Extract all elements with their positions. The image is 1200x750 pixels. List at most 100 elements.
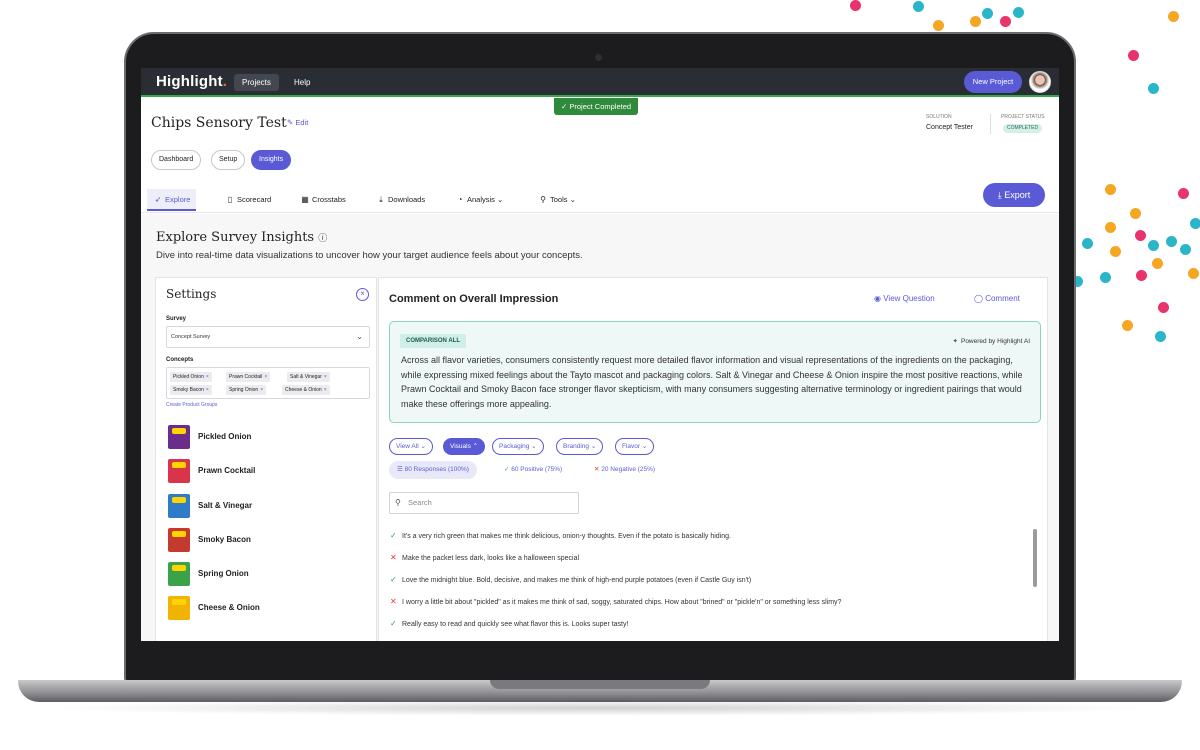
- close-icon[interactable]: ×: [356, 288, 369, 301]
- solution-label: SOLUTION: [926, 114, 952, 120]
- wrench-icon: ⚲: [540, 195, 546, 204]
- filter-branding[interactable]: Branding ⌄: [556, 438, 604, 455]
- product-item[interactable]: Prawn Cocktail: [168, 459, 368, 483]
- product-item[interactable]: Pickled Onion: [168, 425, 368, 449]
- scrollbar[interactable]: [1033, 529, 1037, 587]
- edit-icon: ✎: [287, 118, 294, 127]
- new-project-button[interactable]: New Project: [964, 71, 1022, 93]
- nav-projects[interactable]: Projects: [234, 74, 279, 91]
- filter-visuals[interactable]: Visuals ⌃: [443, 438, 486, 455]
- question-panel: Comment on Overall Impression ◉ View Que…: [378, 277, 1048, 641]
- filter-negative[interactable]: ✕ 20 Negative (25%): [586, 461, 663, 479]
- product-item[interactable]: Salt & Vinegar: [168, 494, 368, 518]
- dashboard-pill[interactable]: Dashboard: [151, 150, 202, 170]
- question-title: Comment on Overall Impression: [389, 293, 559, 305]
- confetti-dot: [1178, 188, 1189, 199]
- laptop-notch: [490, 680, 710, 689]
- concept-chip[interactable]: Salt & Vinegar ×: [287, 372, 330, 382]
- search-input[interactable]: ⚲ Search: [389, 492, 579, 514]
- status-badge: COMPLETED: [1003, 124, 1043, 133]
- check-icon: ✓: [504, 466, 510, 473]
- view-question-link[interactable]: ◉ View Question: [874, 294, 935, 303]
- project-completed-banner: ✓ Project Completed: [554, 98, 639, 115]
- logo[interactable]: Highlight.: [156, 73, 227, 90]
- tab-explore[interactable]: ➶ Explore: [147, 189, 197, 211]
- section-title: Explore Survey Insights ⓘ: [156, 230, 328, 245]
- product-image: [168, 562, 190, 586]
- confetti-dot: [1013, 7, 1024, 18]
- ai-summary-text: Across all flavor varieties, consumers c…: [401, 355, 1023, 409]
- concept-chip[interactable]: Cheese & Onion ×: [282, 385, 330, 395]
- insights-pill[interactable]: Insights: [251, 150, 292, 170]
- section-subtitle: Dive into real-time data visualizations …: [156, 250, 583, 261]
- remove-icon[interactable]: ×: [324, 387, 327, 393]
- product-item[interactable]: Smoky Bacon: [168, 528, 368, 552]
- filter-view-all[interactable]: View All ⌄: [389, 438, 433, 455]
- concept-chip[interactable]: Prawn Cocktail ×: [226, 372, 271, 382]
- avatar[interactable]: [1029, 71, 1051, 93]
- chevron-down-icon: ⌄: [590, 443, 597, 450]
- rocket-icon: ➶: [154, 195, 162, 204]
- confetti-dot: [982, 8, 993, 19]
- concept-chip[interactable]: Spring Onion ×: [226, 385, 267, 395]
- solution-value: Concept Tester: [926, 124, 973, 131]
- remove-icon[interactable]: ×: [206, 374, 209, 380]
- confetti-dot: [1180, 244, 1191, 255]
- app-screen: Highlight. Projects Help New Project ✓ P…: [141, 68, 1059, 641]
- product-item[interactable]: Cheese & Onion: [168, 596, 368, 620]
- confetti-dot: [1155, 331, 1166, 342]
- table-icon: ▦: [301, 195, 309, 204]
- response-item: ✓ Love the midnight blue. Bold, decisive,…: [390, 575, 752, 584]
- filter-all-responses[interactable]: ☰ 80 Responses (100%): [389, 461, 477, 479]
- x-icon: ✕: [390, 553, 397, 562]
- tab-tools[interactable]: ⚲ Tools ⌄: [532, 189, 582, 211]
- product-item[interactable]: Spring Onion: [168, 562, 368, 586]
- confetti-dot: [1105, 222, 1116, 233]
- confetti-dot: [850, 0, 861, 11]
- filter-flavor[interactable]: Flavor ⌄: [615, 438, 655, 455]
- response-item: ✓ Really easy to read and quickly see wha…: [390, 619, 629, 628]
- concepts-multiselect[interactable]: Pickled Onion × Prawn Cocktail × Salt & Vi…: [166, 367, 370, 399]
- create-product-groups-link[interactable]: Create Product Groups: [166, 402, 217, 408]
- confetti-dot: [1158, 302, 1169, 313]
- tab-analysis[interactable]: ◔ Analysis ⌄: [449, 189, 509, 211]
- concept-chip[interactable]: Smoky Bacon ×: [170, 385, 212, 395]
- confetti-dot: [1000, 16, 1011, 27]
- remove-icon[interactable]: ×: [324, 374, 327, 380]
- filter-packaging[interactable]: Packaging ⌄: [492, 438, 544, 455]
- remove-icon[interactable]: ×: [264, 374, 267, 380]
- tab-scorecard[interactable]: ▯ Scorecard: [219, 189, 277, 211]
- confetti-dot: [1148, 240, 1159, 251]
- concept-chip[interactable]: Pickled Onion ×: [170, 372, 212, 382]
- remove-icon[interactable]: ×: [206, 387, 209, 393]
- export-button[interactable]: ⤓ Export: [983, 183, 1045, 207]
- response-item: ✓ It's a very rich green that makes me th…: [390, 531, 731, 540]
- remove-icon[interactable]: ×: [260, 387, 263, 393]
- tab-downloads[interactable]: ⤓ Downloads: [370, 189, 431, 211]
- marketing-stage: Highlight. Projects Help New Project ✓ P…: [0, 0, 1200, 750]
- confetti-dot: [1105, 184, 1116, 195]
- tab-crosstabs[interactable]: ▦ Crosstabs: [294, 189, 352, 211]
- nav-help[interactable]: Help: [286, 74, 318, 91]
- help-icon[interactable]: ⓘ: [318, 234, 327, 244]
- survey-select[interactable]: Concept Survey ⌄: [166, 326, 370, 348]
- chevron-up-icon: ⌃: [472, 443, 479, 450]
- filter-positive[interactable]: ✓ 60 Positive (75%): [496, 461, 570, 479]
- confetti-dot: [1148, 83, 1159, 94]
- response-item: ✕ Make the packet less dark, looks like a…: [390, 553, 580, 562]
- product-image: [168, 528, 190, 552]
- confetti-dot: [970, 16, 981, 27]
- chevron-down-icon: ⌄: [497, 195, 504, 204]
- status-label: PROJECT STATUS: [1001, 114, 1045, 120]
- confetti-dot: [1082, 238, 1093, 249]
- x-icon: ✕: [390, 597, 397, 606]
- product-image: [168, 425, 190, 449]
- clipboard-icon: ▯: [227, 195, 233, 204]
- comment-link[interactable]: ◯ Comment: [974, 294, 1020, 303]
- check-icon: ✓: [390, 575, 397, 584]
- check-icon: ✓: [390, 531, 397, 540]
- setup-pill[interactable]: Setup: [211, 150, 246, 170]
- confetti-dot: [933, 20, 944, 31]
- edit-link[interactable]: ✎ Edit: [287, 118, 308, 127]
- chevron-down-icon: ⌄: [569, 195, 576, 204]
